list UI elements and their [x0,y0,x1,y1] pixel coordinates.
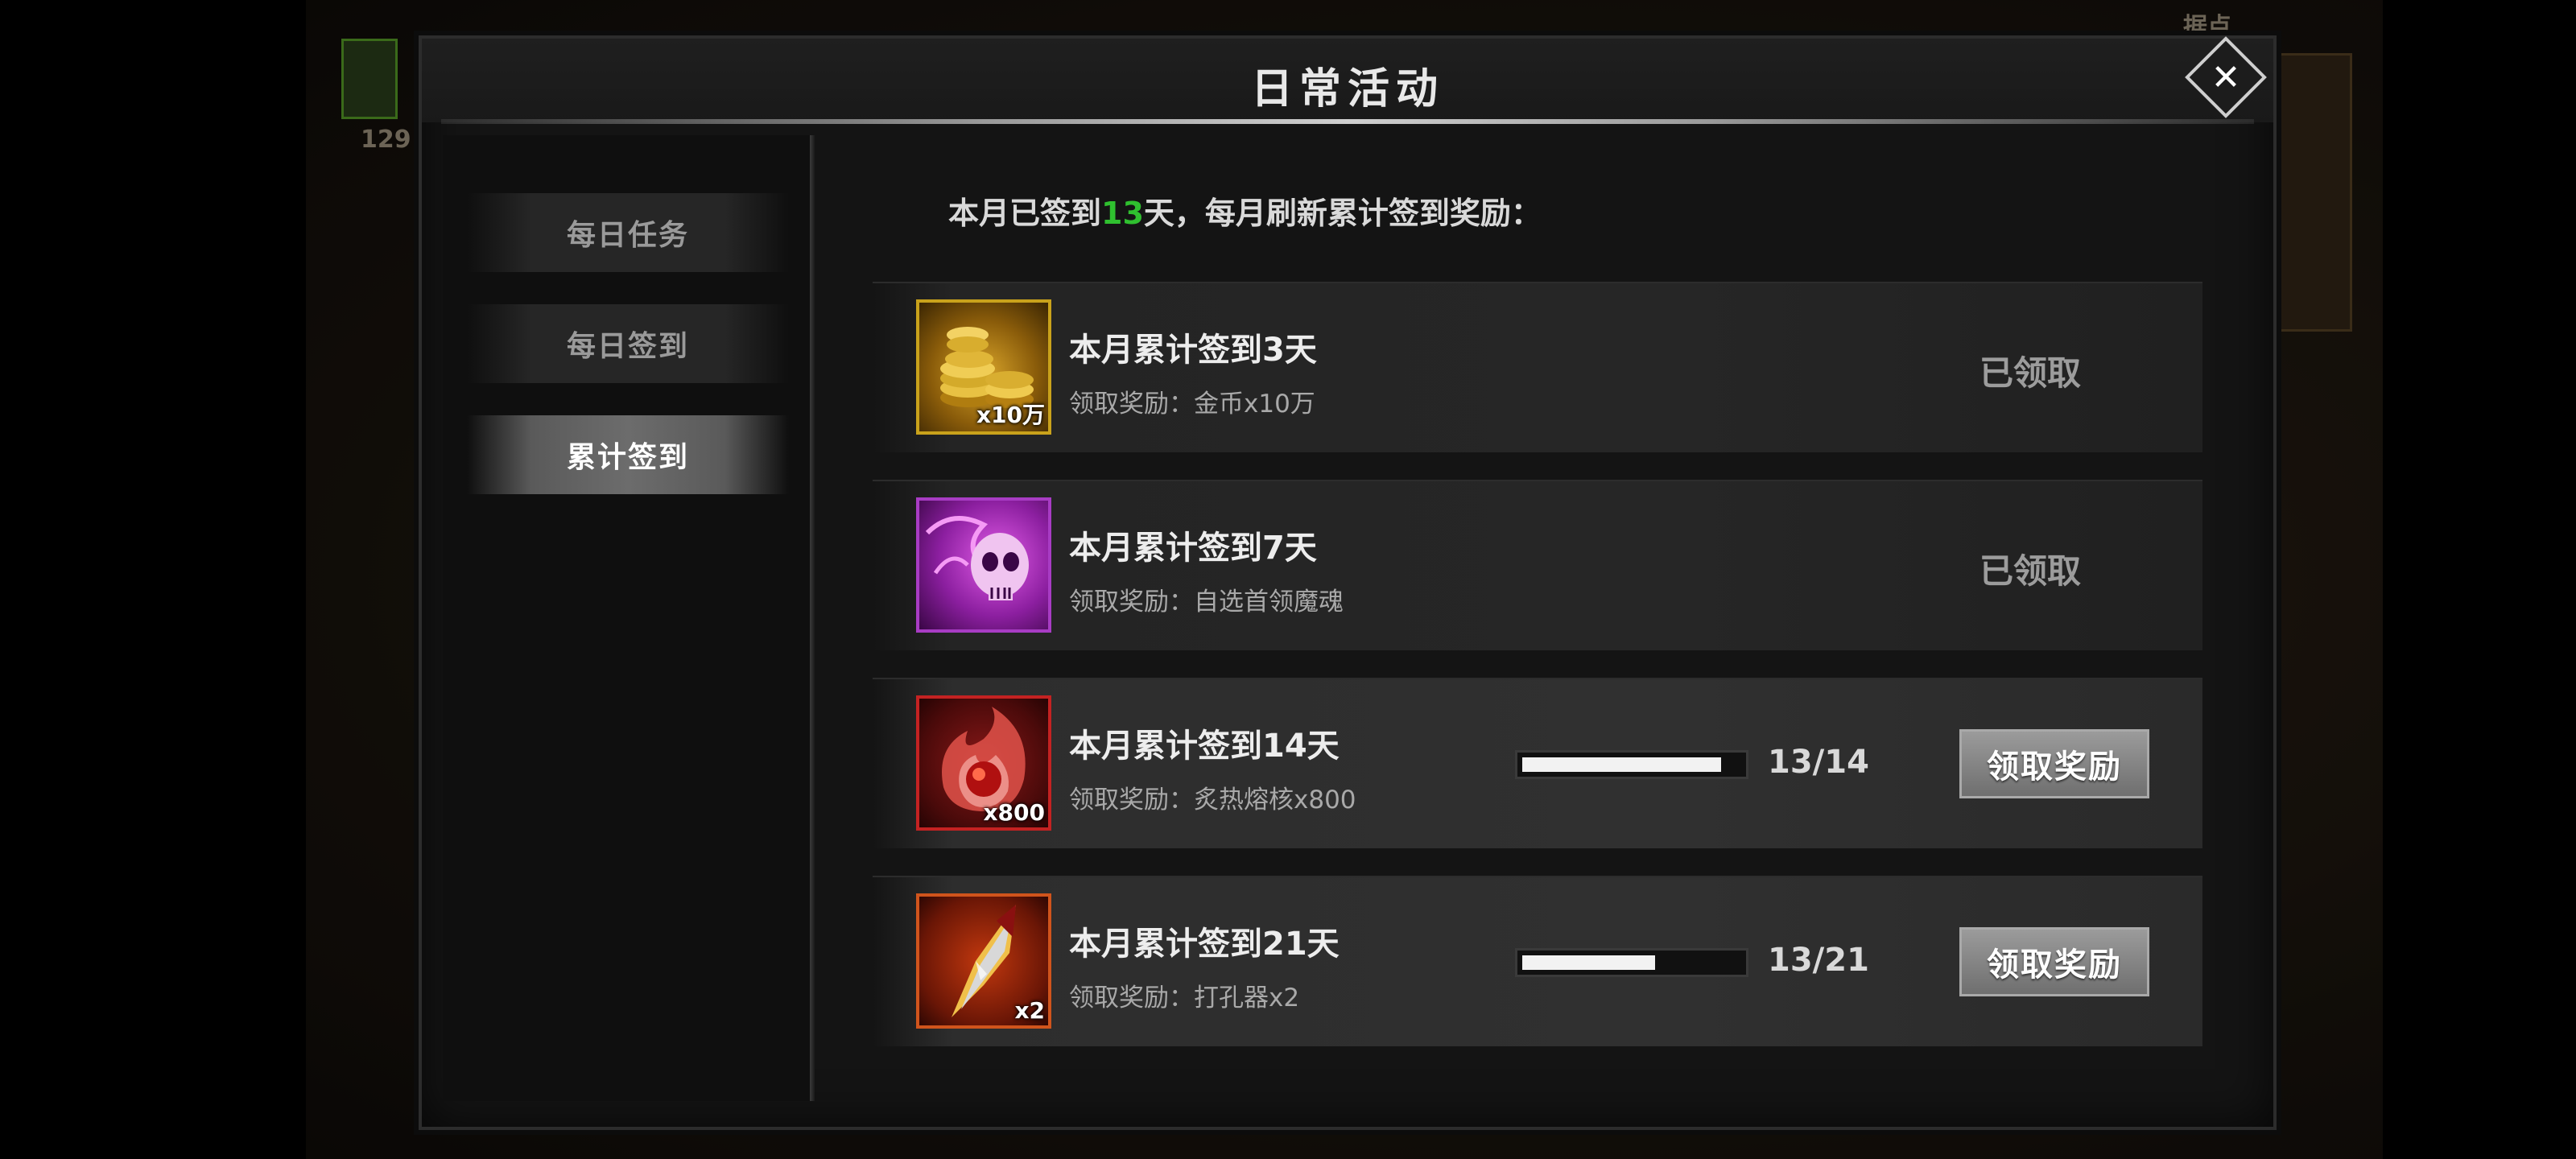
signin-days-count: 13 [1101,196,1144,231]
bg-item-slot [341,39,398,119]
signin-summary-prefix: 本月已签到 [948,196,1102,231]
progress-text: 13/21 [1768,942,1869,979]
reward-row-7days: 本月累计签到7天 领取奖励：自选首领魔魂 已领取 [873,480,2202,650]
reward-title: 本月累计签到21天 [1069,926,1340,963]
sidebar-divider [810,135,815,1101]
gold-coins-icon: x10万 [916,299,1051,435]
reward-quantity: x800 [983,799,1045,826]
reward-description: 领取奖励：自选首领魔魂 [1069,588,1344,617]
signin-summary: 本月已签到13天，每月刷新累计签到奖励： [948,188,1542,233]
progress-fill [1522,955,1655,970]
progress-bar [1515,750,1748,779]
reward-row-3days: x10万 本月累计签到3天 领取奖励：金币x10万 已领取 [873,282,2202,452]
dialog-title: 日常活动 [1250,65,1444,113]
reward-quantity: x10万 [976,402,1045,428]
reward-quantity: x2 [1014,997,1045,1024]
progress-bar [1515,948,1748,977]
tab-daily-tasks[interactable]: 每日任务 [467,193,789,272]
reward-row-21days: x2 本月累计签到21天 领取奖励：打孔器x2 13/21 领取奖励 [873,876,2202,1046]
reward-title: 本月累计签到14天 [1069,728,1340,765]
progress-text: 13/14 [1768,744,1869,781]
puncher-icon: x2 [916,893,1051,1029]
claim-reward-button[interactable]: 领取奖励 [1959,927,2149,996]
reward-title: 本月累计签到7天 [1069,530,1317,567]
tab-cumulative-signin[interactable]: 累计签到 [467,415,789,494]
title-divider [441,119,2254,124]
reward-description: 领取奖励：炙热熔核x800 [1069,786,1356,815]
reward-description: 领取奖励：打孔器x2 [1069,984,1300,1013]
dialog-title-bar: 日常活动 [422,39,2273,124]
molten-core-icon: x800 [916,695,1051,831]
claim-reward-button[interactable]: 领取奖励 [1959,729,2149,798]
daily-activity-dialog: 日常活动 ✕ 每日任务 每日签到 累计签到 本月已签到13天，每月刷新累计签到奖… [419,35,2277,1130]
reward-description: 领取奖励：金币x10万 [1069,390,1315,419]
reward-title: 本月累计签到3天 [1069,332,1317,369]
claimed-status: 已领取 [1979,551,2082,591]
sidebar: 每日任务 每日签到 累计签到 [443,135,813,1101]
tab-daily-signin[interactable]: 每日签到 [467,304,789,383]
progress-fill [1522,757,1721,772]
reward-row-14days: x800 本月累计签到14天 领取奖励：炙热熔核x800 13/14 领取奖励 [873,678,2202,848]
signin-summary-suffix: 天，每月刷新累计签到奖励： [1143,196,1542,231]
claimed-status: 已领取 [1979,353,2082,393]
close-icon: ✕ [2211,56,2241,98]
purple-skull-icon [916,497,1051,633]
bg-map-panel [2270,53,2352,332]
bg-item-count: 129 [361,126,411,154]
